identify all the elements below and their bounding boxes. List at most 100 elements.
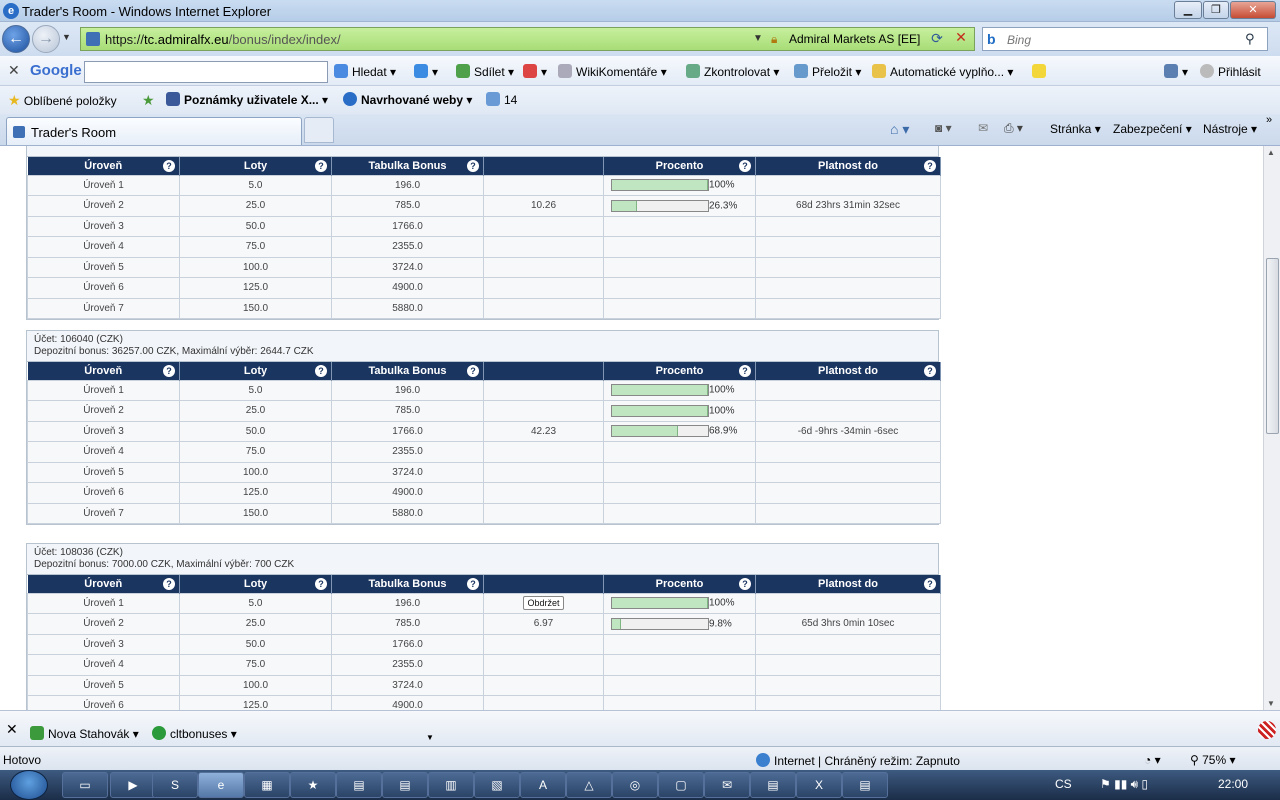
taskbar-skype[interactable]: S [152,772,198,798]
table-row: Úroveň 6 125.0 4900.0 [27,277,941,299]
help-icon[interactable]: ? [163,578,175,590]
help-icon[interactable]: ? [739,160,751,172]
scroll-down-icon[interactable]: ▼ [1267,699,1275,708]
page-menu[interactable]: Stránka ▾ [1050,122,1101,136]
history-dropdown-icon[interactable]: ▼ [62,32,71,42]
highlight-icon[interactable] [1032,64,1050,79]
close-dlbar-icon[interactable]: ✕ [6,721,18,738]
spellcheck-button[interactable]: Zkontrolovat ▾ [686,64,779,79]
language-indicator[interactable]: CS [1055,777,1072,791]
mail-icon[interactable]: ✉ [978,121,988,135]
valid-until-cell [755,215,941,237]
close-toolbar-icon[interactable]: ✕ [8,62,20,79]
forward-button[interactable]: → [32,25,60,53]
search-input[interactable]: Bing [1007,33,1031,47]
security-menu[interactable]: Zabezpečení ▾ [1113,122,1192,136]
taskbar-app-triangle[interactable]: △ [566,772,612,798]
tools-menu[interactable]: Nástroje ▾ [1203,122,1257,136]
help-icon[interactable]: ? [924,578,936,590]
protected-mode-icon[interactable]: ◔ ▾ [1144,753,1161,767]
more-commands-icon[interactable]: » [1266,114,1272,126]
taskbar-calculator[interactable]: ▦ [244,772,290,798]
zone-indicator[interactable]: Internet | Chráněný režim: Zapnuto [756,753,960,768]
search-icon[interactable]: ⚲ [1245,31,1255,47]
help-icon[interactable]: ? [315,365,327,377]
certificate-label[interactable]: Admiral Markets AS [EE] [789,32,920,46]
url-text[interactable]: https://tc.admiralfx.eu/bonus/index/inde… [105,32,341,47]
favorites-button[interactable]: ★ Oblíbené položky [8,92,117,109]
address-bar[interactable]: https://tc.admiralfx.eu/bonus/index/inde… [80,27,975,51]
help-icon[interactable]: ? [163,160,175,172]
table-row: Úroveň 5 100.0 3724.0 [27,256,941,278]
taskbar-app-green[interactable]: ◎ [612,772,658,798]
download-manager-button[interactable]: Nova Stahovák ▾ [30,726,139,741]
google-search-input[interactable] [84,61,328,83]
help-icon[interactable]: ? [924,365,936,377]
share-button[interactable]: Sdílet ▾ [456,64,514,79]
wrench-icon[interactable]: ▾ [1164,64,1188,79]
tab-traders-room[interactable]: Trader's Room [6,117,302,145]
taskbar-ie[interactable]: e [198,772,244,798]
taskbar-acrobat[interactable]: A [520,772,566,798]
new-tab-button[interactable] [304,117,334,143]
taskbar-notepad[interactable]: ▥ [428,772,474,798]
taskbar-app-window[interactable]: ▢ [658,772,704,798]
home-icon[interactable]: ⌂ ▾ [890,121,909,138]
zoom-control[interactable]: ⚲ 75% ▾ [1190,753,1236,767]
help-icon[interactable]: ? [467,578,479,590]
cltbonuses-button[interactable]: cltbonuses ▾ [152,726,237,741]
bing-search-box[interactable]: b Bing ⚲ [982,27,1268,51]
plus-icon[interactable]: ▾ [414,64,438,79]
tray-icons[interactable]: ⚑ ▮▮ 🔊︎ ▯ [1100,777,1148,792]
autofill-button[interactable]: Automatické vyplňo... ▾ [872,64,1013,79]
help-icon[interactable]: ? [315,160,327,172]
taskbar-app-chart[interactable]: ▤ [750,772,796,798]
taskbar-excel[interactable]: X [796,772,842,798]
close-window-button[interactable]: ✕ [1230,1,1276,19]
taskbar-metatrader-3[interactable]: ▤ [842,772,888,798]
feeds-icon[interactable]: ◙ ▾ [935,121,952,135]
wiki-button[interactable]: WikiKomentáře ▾ [558,64,667,79]
help-icon[interactable]: ? [163,365,175,377]
suggested-sites[interactable]: Navrhované weby ▾ [343,92,472,107]
stop-icon[interactable]: ✕ [951,29,971,49]
level-cell: Úroveň 5 [27,256,180,278]
url-dropdown-icon[interactable]: ▼ [753,33,763,44]
favorite-item-notes[interactable]: Poznámky uživatele X... ▾ [166,92,328,107]
taskbar-favorite-app[interactable]: ★ [290,772,336,798]
expand-icon[interactable]: ▼ [426,733,434,742]
help-icon[interactable]: ? [467,160,479,172]
clock[interactable]: 22:00 [1218,777,1248,791]
scroll-up-icon[interactable]: ▲ [1267,148,1275,157]
web-slice-item[interactable]: 14 [486,92,517,107]
taskbar-metatrader-1[interactable]: ▤ [336,772,382,798]
add-favorite-icon[interactable]: ★ [142,92,155,109]
google-search-button[interactable]: Hledat ▾ [334,64,396,79]
progress-bar [611,199,709,212]
claim-bonus-button[interactable]: Obdržet [523,596,564,611]
help-icon[interactable]: ? [467,365,479,377]
help-icon[interactable]: ? [739,578,751,590]
lots-cell: 75.0 [179,441,332,463]
taskbar-metatrader-2[interactable]: ▤ [382,772,428,798]
extra-cell [483,256,604,278]
taskbar-explorer[interactable]: ▭ [62,772,108,798]
taskbar-media-player[interactable]: ▶ [110,772,156,798]
help-icon[interactable]: ? [924,160,936,172]
maximize-button[interactable]: ❐ [1203,1,1229,19]
help-icon[interactable]: ? [739,365,751,377]
taskbar-app-mail[interactable]: ✉ [704,772,750,798]
translate-button[interactable]: Přeložit ▾ [794,64,861,79]
start-button[interactable] [10,770,48,800]
back-button[interactable]: ← [2,25,30,53]
scrollbar-thumb[interactable] [1266,258,1279,434]
taskbar-winrar[interactable]: ▧ [474,772,520,798]
help-icon[interactable]: ? [315,578,327,590]
print-icon[interactable]: ⎙ ▾ [1004,121,1023,136]
vertical-scrollbar[interactable]: ▲ ▼ [1263,146,1280,710]
blocker-icon[interactable]: ▾ [523,64,547,79]
signin-button[interactable]: Přihlásit [1200,64,1261,79]
minimize-button[interactable]: ▁ [1174,1,1202,19]
level-cell: Úroveň 4 [27,654,180,676]
refresh-icon[interactable]: ⟳ [927,30,947,48]
